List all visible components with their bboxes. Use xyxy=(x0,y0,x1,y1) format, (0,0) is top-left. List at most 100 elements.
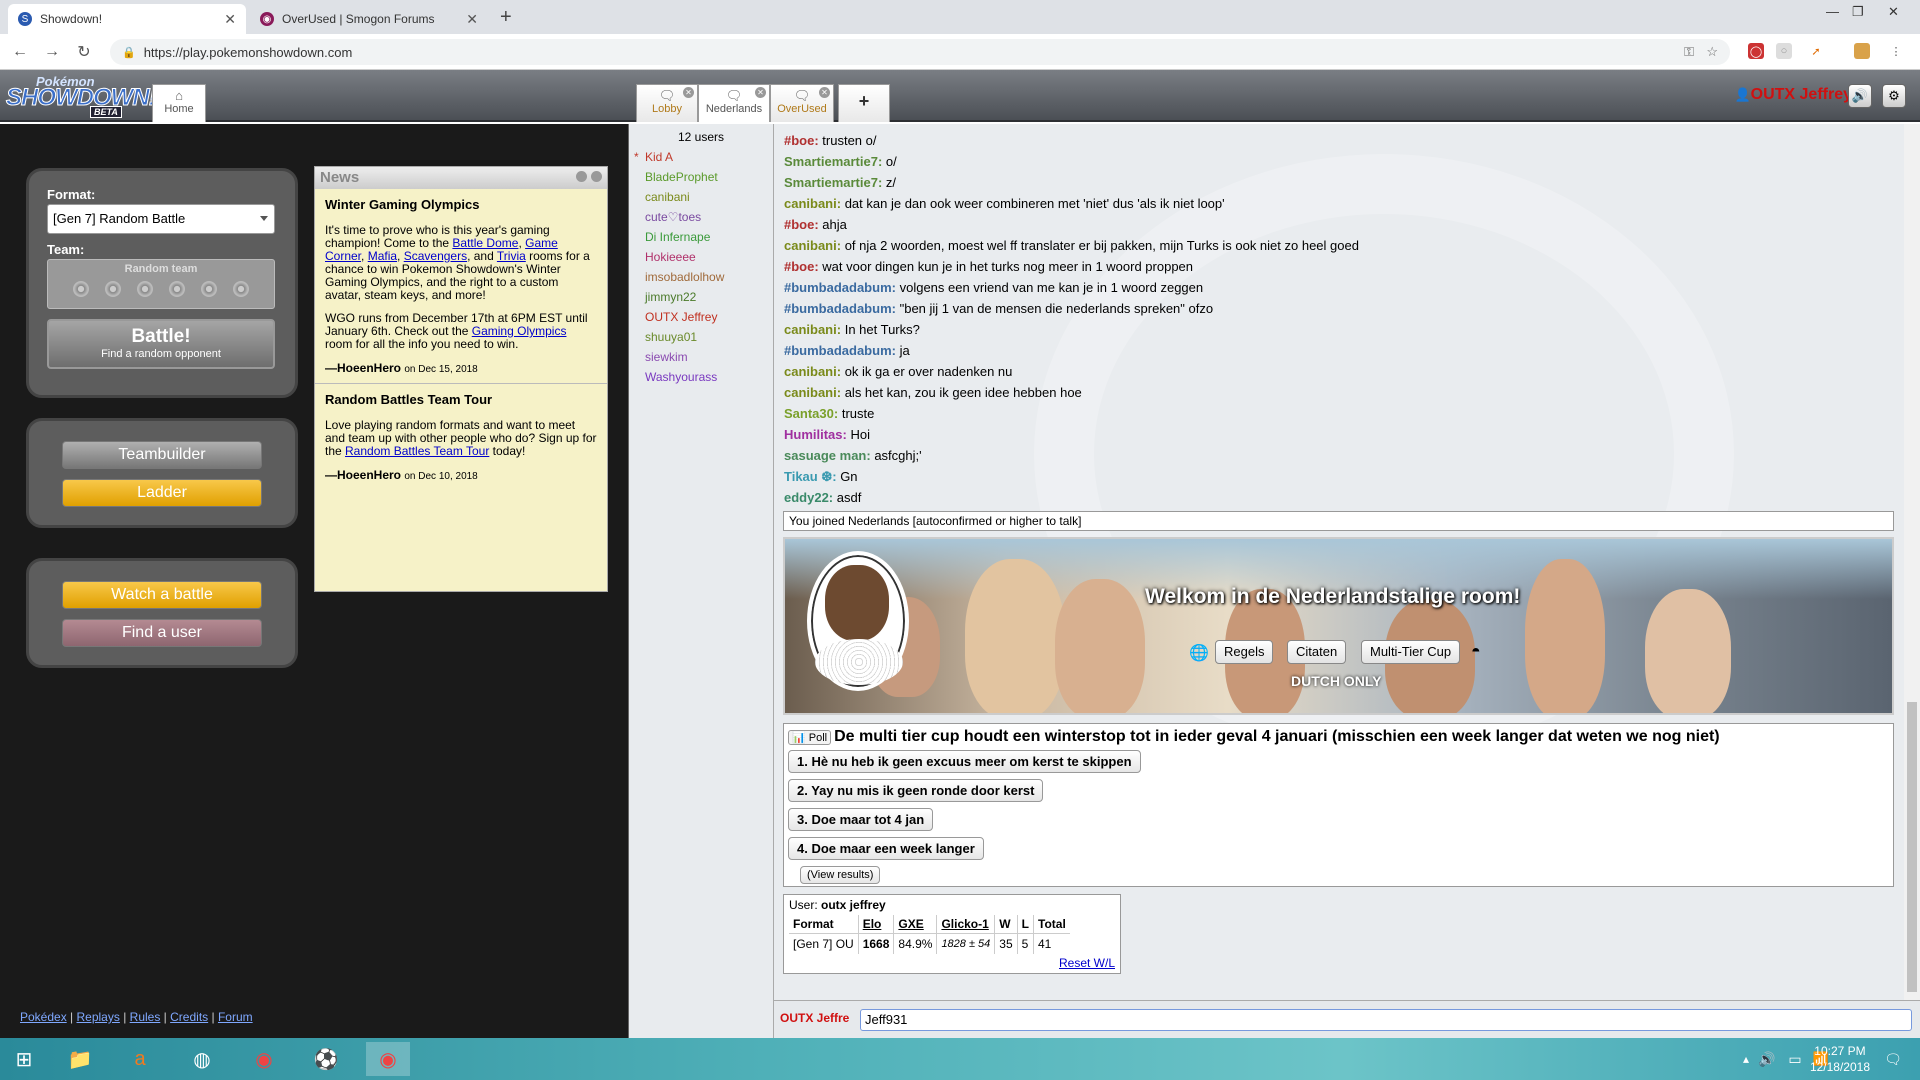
user-list-item[interactable]: shuuya01 xyxy=(629,327,773,347)
chat-username[interactable]: Smartiemartie7: xyxy=(784,154,882,169)
restore-window-icon[interactable]: ❐ xyxy=(1852,4,1864,20)
footer-link-forum[interactable]: Forum xyxy=(218,1010,253,1024)
user-list-item[interactable]: canibani xyxy=(629,187,773,207)
view-results-button[interactable]: (View results) xyxy=(800,866,881,884)
close-icon[interactable] xyxy=(591,171,602,182)
news-link[interactable]: Battle Dome xyxy=(452,236,518,250)
close-tab-icon[interactable]: ✕ xyxy=(466,11,478,28)
minimize-window-icon[interactable]: — xyxy=(1826,4,1839,19)
quotes-button[interactable]: Citaten xyxy=(1287,640,1347,664)
poll-option-button[interactable]: 3. Doe maar tot 4 jan xyxy=(788,808,934,831)
poll-option-button[interactable]: 2. Yay nu mis ik geen ronde door kerst xyxy=(788,779,1044,802)
user-list-item[interactable]: siewkim xyxy=(629,347,773,367)
chat-username[interactable]: canibani: xyxy=(784,385,841,400)
username-header[interactable]: 👤OUTX Jeffrey xyxy=(1734,86,1852,104)
file-explorer-icon[interactable]: 📁 xyxy=(58,1042,102,1076)
tab-room-lobby[interactable]: 🗨 Lobby ✕ xyxy=(636,84,698,122)
news-link[interactable]: Scavengers xyxy=(404,249,467,263)
browser-tab-smogon[interactable]: ◉ OverUsed | Smogon Forums ✕ xyxy=(250,4,488,34)
reset-wl-link[interactable]: Reset W/L xyxy=(789,956,1115,970)
chat-username[interactable]: Humilitas: xyxy=(784,427,847,442)
user-list-item[interactable]: Di Infernape xyxy=(629,227,773,247)
user-list-item[interactable]: BladeProphet xyxy=(629,167,773,187)
footer-link-replays[interactable]: Replays xyxy=(77,1010,120,1024)
add-room-button[interactable]: + xyxy=(838,84,890,122)
soccer-ball-icon[interactable]: ⚽ xyxy=(304,1042,348,1076)
chat-username[interactable]: eddy22: xyxy=(784,490,833,505)
address-bar[interactable]: 🔒 https://play.pokemonshowdown.com ⚿ ☆ xyxy=(110,39,1730,65)
rules-button[interactable]: Regels xyxy=(1215,640,1274,664)
teambuilder-button[interactable]: Teambuilder xyxy=(62,441,262,469)
user-list-item[interactable]: jimmyn22 xyxy=(629,287,773,307)
volume-icon[interactable]: 🔊 xyxy=(1756,1042,1778,1076)
app-icon[interactable]: ◍ xyxy=(180,1042,224,1076)
system-clock[interactable]: 10:27 PM 12/18/2018 xyxy=(1810,1043,1870,1075)
user-list-item[interactable]: Hokieeee xyxy=(629,247,773,267)
team-select[interactable]: Random team xyxy=(47,259,275,309)
chrome-icon[interactable]: ◉ xyxy=(366,1042,410,1076)
chat-username[interactable]: canibani: xyxy=(784,196,841,211)
reload-icon[interactable]: ↻ xyxy=(70,42,98,62)
chat-scrollbar[interactable] xyxy=(1904,124,1920,1000)
chat-username[interactable]: #boe: xyxy=(784,133,819,148)
news-link[interactable]: Random Battles Team Tour xyxy=(345,444,489,458)
poll-option-button[interactable]: 1. Hè nu heb ik geen excuus meer om kers… xyxy=(788,750,1141,773)
extension-icon[interactable]: ➚ xyxy=(1808,43,1824,59)
chat-username[interactable]: canibani: xyxy=(784,238,841,253)
close-window-icon[interactable]: ✕ xyxy=(1888,4,1899,20)
footer-link-credits[interactable]: Credits xyxy=(170,1010,208,1024)
chat-username[interactable]: sasuage man: xyxy=(784,448,871,463)
windows-start-icon[interactable]: ⊞ xyxy=(2,1042,46,1076)
forward-arrow-icon[interactable]: → xyxy=(38,43,66,61)
battery-icon[interactable]: ▭ xyxy=(1784,1042,1806,1076)
user-list-item[interactable]: OUTX Jeffrey xyxy=(629,307,773,327)
chat-username[interactable]: Smartiemartie7: xyxy=(784,175,882,190)
chat-username[interactable]: Santa30: xyxy=(784,406,838,421)
chrome-icon[interactable]: ◉ xyxy=(242,1042,286,1076)
minimize-icon[interactable] xyxy=(576,171,587,182)
chat-username[interactable]: #boe: xyxy=(784,217,819,232)
notification-icon[interactable]: 🗨 xyxy=(1878,1042,1908,1076)
user-list-item[interactable]: cute♡toes xyxy=(629,207,773,227)
tray-arrow-icon[interactable]: ▴ xyxy=(1736,1042,1756,1076)
scrollbar-thumb[interactable] xyxy=(1907,702,1917,992)
user-list-item[interactable]: imsobadlolhow xyxy=(629,267,773,287)
close-room-icon[interactable]: ✕ xyxy=(755,87,766,98)
news-link[interactable]: Trivia xyxy=(497,249,526,263)
format-select[interactable]: [Gen 7] Random Battle xyxy=(47,204,275,234)
chat-input[interactable]: Jeff931 xyxy=(860,1009,1912,1031)
chat-username[interactable]: #bumbadadabum: xyxy=(784,280,896,295)
footer-link-pokedex[interactable]: Pokédex xyxy=(20,1010,67,1024)
chat-username[interactable]: Tikau ❆: xyxy=(784,469,837,484)
back-arrow-icon[interactable]: ← xyxy=(6,43,34,61)
poll-option-button[interactable]: 4. Doe maar een week langer xyxy=(788,837,984,860)
news-link[interactable]: Gaming Olympics xyxy=(472,324,567,338)
close-room-icon[interactable]: ✕ xyxy=(819,87,830,98)
profile-avatar-icon[interactable] xyxy=(1854,43,1870,59)
extension-icon[interactable]: ○ xyxy=(1776,43,1792,59)
chat-username[interactable]: canibani: xyxy=(784,322,841,337)
gear-icon[interactable]: ⚙ xyxy=(1882,84,1906,108)
app-icon[interactable]: a xyxy=(118,1042,162,1076)
close-room-icon[interactable]: ✕ xyxy=(683,87,694,98)
ladder-button[interactable]: Ladder xyxy=(62,479,262,507)
menu-dots-icon[interactable]: ⋮ xyxy=(1888,43,1904,59)
battle-button[interactable]: Battle! Find a random opponent xyxy=(47,319,275,369)
key-icon[interactable]: ⚿ xyxy=(1684,44,1694,60)
news-link[interactable]: Mafia xyxy=(368,249,397,263)
footer-link-rules[interactable]: Rules xyxy=(130,1010,161,1024)
close-tab-icon[interactable]: ✕ xyxy=(224,11,236,28)
extension-icon[interactable]: ◯ xyxy=(1748,43,1764,59)
chat-username[interactable]: #bumbadadabum: xyxy=(784,343,896,358)
user-list-item[interactable]: Washyourass xyxy=(629,367,773,387)
tab-room-overused[interactable]: 🗨 OverUsed ✕ xyxy=(770,84,834,122)
star-icon[interactable]: ☆ xyxy=(1706,44,1718,60)
multi-tier-cup-button[interactable]: Multi-Tier Cup xyxy=(1361,640,1461,664)
watch-battle-button[interactable]: Watch a battle xyxy=(62,581,262,609)
browser-tab-showdown[interactable]: S Showdown! ✕ xyxy=(8,4,246,34)
find-user-button[interactable]: Find a user xyxy=(62,619,262,647)
chat-username[interactable]: #bumbadadabum: xyxy=(784,301,896,316)
new-tab-button[interactable]: + xyxy=(500,6,512,29)
user-list-item[interactable]: * Kid A xyxy=(629,147,773,167)
chat-username[interactable]: canibani: xyxy=(784,364,841,379)
